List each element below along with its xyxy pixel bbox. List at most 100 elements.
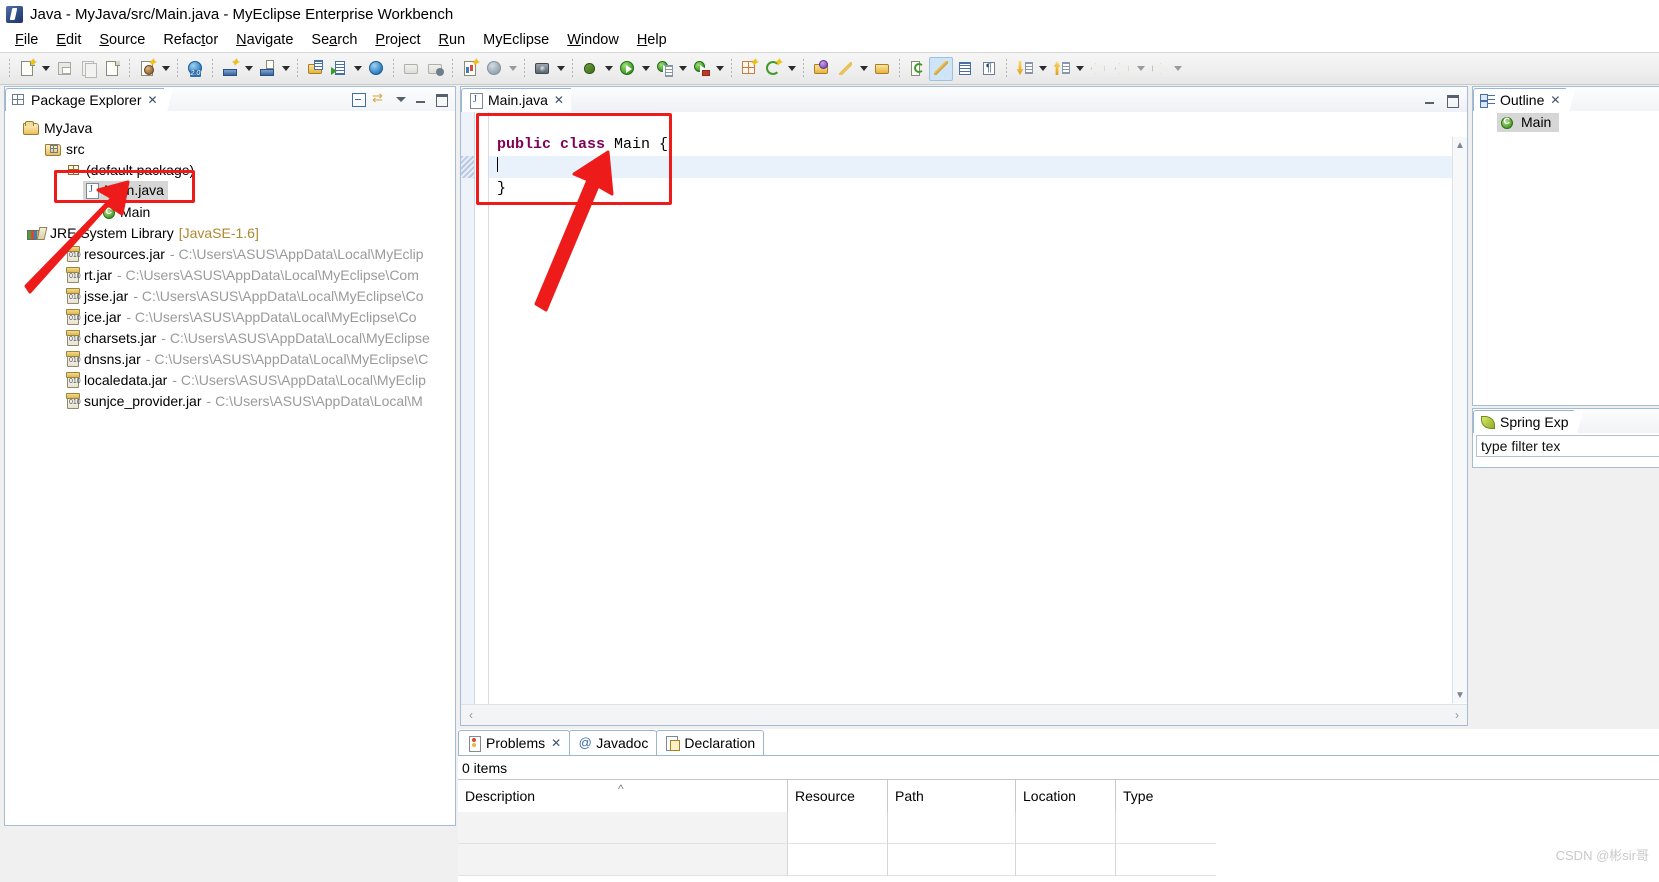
- minimize-icon[interactable]: [414, 92, 428, 106]
- column-header-type[interactable]: Type: [1116, 780, 1216, 812]
- report-new-icon[interactable]: ✦: [458, 57, 482, 81]
- menu-help[interactable]: Help: [628, 30, 676, 50]
- new-java-package-icon[interactable]: ✦: [737, 57, 761, 81]
- toggle-markers-icon[interactable]: [929, 56, 953, 81]
- deploy-new-icon[interactable]: ✦: [218, 57, 242, 81]
- run-icon[interactable]: [615, 57, 639, 81]
- collapse-all-icon[interactable]: [351, 92, 366, 107]
- tree-item-resources-jar[interactable]: 010 resources.jar - C:\Users\ASUS\AppDat…: [5, 243, 455, 264]
- run-dropdown-icon[interactable]: [639, 57, 652, 81]
- new-class-dropdown-icon[interactable]: [785, 57, 798, 81]
- last-edit-location-icon[interactable]: [1086, 57, 1110, 81]
- tree-item-myjava[interactable]: MyJava: [5, 117, 455, 138]
- spring-filter-input[interactable]: type filter tex: [1476, 435, 1659, 457]
- editor-marker-bar[interactable]: [461, 112, 475, 725]
- tab-javadoc[interactable]: @ Javadoc: [569, 730, 658, 755]
- new-myeclipse-dropdown-icon[interactable]: [159, 57, 172, 81]
- tree-item-main-java[interactable]: Main.java: [5, 180, 455, 201]
- new-class-icon[interactable]: ✦: [761, 57, 785, 81]
- web-report-dropdown-icon[interactable]: [506, 57, 519, 81]
- debug-icon[interactable]: [578, 57, 602, 81]
- menu-navigate[interactable]: Navigate: [227, 30, 302, 50]
- column-header-path[interactable]: Path: [888, 780, 1016, 812]
- server-config-icon[interactable]: [303, 57, 327, 81]
- minimize-icon[interactable]: [1423, 93, 1437, 107]
- edit-icon[interactable]: [833, 57, 857, 81]
- close-icon[interactable]: ✕: [551, 736, 561, 750]
- tree-item-rt-jar[interactable]: 010 rt.jar - C:\Users\ASUS\AppData\Local…: [5, 264, 455, 285]
- web-20-icon[interactable]: 2.0: [183, 57, 207, 81]
- menu-file[interactable]: File: [6, 30, 47, 50]
- tab-declaration[interactable]: Declaration: [656, 730, 765, 755]
- save-icon[interactable]: [52, 57, 76, 81]
- editor-vertical-scrollbar[interactable]: ▲ ▼: [1452, 137, 1467, 703]
- tree-item-dnsns-jar[interactable]: 010 dnsns.jar - C:\Users\ASUS\AppData\Lo…: [5, 348, 455, 369]
- forward-dropdown-icon[interactable]: [1171, 57, 1184, 81]
- scroll-up-icon[interactable]: ▲: [1453, 137, 1467, 153]
- save-all-icon[interactable]: [76, 57, 100, 81]
- editor-horizontal-scrollbar[interactable]: ‹ ›: [461, 704, 1467, 725]
- next-annotation-icon[interactable]: [1012, 57, 1036, 81]
- scroll-right-icon[interactable]: ›: [1447, 708, 1467, 722]
- tree-item-default-package[interactable]: (default package): [5, 159, 455, 180]
- menu-search[interactable]: Search: [302, 30, 366, 50]
- toggle-block-selection-icon[interactable]: [953, 57, 977, 81]
- tree-item-src[interactable]: src: [5, 138, 455, 159]
- edit-dropdown-icon[interactable]: [857, 57, 870, 81]
- menu-myeclipse[interactable]: MyEclipse: [474, 30, 558, 50]
- show-whitespace-icon[interactable]: ¶: [977, 57, 1001, 81]
- run-external-tools-icon[interactable]: [652, 57, 676, 81]
- menu-source[interactable]: Source: [90, 30, 154, 50]
- open-resource-icon[interactable]: [870, 57, 894, 81]
- tab-package-explorer[interactable]: Package Explorer ✕: [5, 87, 177, 113]
- run-server-icon[interactable]: [689, 57, 713, 81]
- screenshot-icon[interactable]: [530, 57, 554, 81]
- menu-run[interactable]: Run: [430, 30, 475, 50]
- run-external-tools-dropdown-icon[interactable]: [676, 57, 689, 81]
- tab-spring-explorer[interactable]: Spring Exp: [1473, 409, 1589, 435]
- column-header-description[interactable]: Description ^: [458, 780, 788, 812]
- back-icon[interactable]: [1110, 57, 1134, 81]
- new-wizard-icon[interactable]: ✦: [15, 57, 39, 81]
- maximize-icon[interactable]: [434, 92, 448, 107]
- tab-main-java[interactable]: Main.java ✕: [461, 87, 571, 112]
- back-dropdown-icon[interactable]: [1134, 57, 1147, 81]
- menu-project[interactable]: Project: [366, 30, 429, 50]
- deploy-dropdown-icon[interactable]: [279, 57, 292, 81]
- tree-item-jre-system-library[interactable]: JRE System Library [JavaSE-1.6]: [5, 222, 455, 243]
- scroll-left-icon[interactable]: ‹: [461, 708, 481, 722]
- server-run-icon[interactable]: [327, 57, 351, 81]
- close-icon[interactable]: ✕: [1550, 93, 1560, 107]
- open-browser-icon[interactable]: [364, 57, 388, 81]
- new-myeclipse-project-icon[interactable]: ✦: [135, 57, 159, 81]
- menu-window[interactable]: Window: [558, 30, 628, 50]
- deploy-icon[interactable]: [255, 57, 279, 81]
- tree-item-charsets-jar[interactable]: 010 charsets.jar - C:\Users\ASUS\AppData…: [5, 327, 455, 348]
- database-connect-icon[interactable]: [399, 57, 423, 81]
- open-type-icon[interactable]: [809, 57, 833, 81]
- menu-edit[interactable]: Edit: [47, 30, 90, 50]
- deploy-new-dropdown-icon[interactable]: [242, 57, 255, 81]
- new-wizard-dropdown-icon[interactable]: [39, 57, 52, 81]
- column-header-location[interactable]: Location: [1016, 780, 1116, 812]
- next-annotation-dropdown-icon[interactable]: [1036, 57, 1049, 81]
- editor-folding-bar[interactable]: [475, 112, 489, 725]
- forward-icon[interactable]: [1147, 57, 1171, 81]
- tree-item-jce-jar[interactable]: 010 jce.jar - C:\Users\ASUS\AppData\Loca…: [5, 306, 455, 327]
- search-type-icon[interactable]: [905, 57, 929, 81]
- scroll-down-icon[interactable]: ▼: [1453, 687, 1467, 703]
- tree-item-localedata-jar[interactable]: 010 localedata.jar - C:\Users\ASUS\AppDa…: [5, 369, 455, 390]
- run-server-dropdown-icon[interactable]: [713, 57, 726, 81]
- editor-code-area[interactable]: public class Main { }: [489, 112, 1467, 725]
- tab-outline[interactable]: Outline ✕: [1473, 87, 1580, 113]
- maximize-icon[interactable]: [1445, 93, 1459, 108]
- view-menu-icon[interactable]: [394, 92, 408, 106]
- link-with-editor-icon[interactable]: [372, 90, 388, 106]
- web-report-icon[interactable]: [482, 57, 506, 81]
- database-open-icon[interactable]: [423, 57, 447, 81]
- screenshot-dropdown-icon[interactable]: [554, 57, 567, 81]
- tree-item-jsse-jar[interactable]: 010 jsse.jar - C:\Users\ASUS\AppData\Loc…: [5, 285, 455, 306]
- previous-annotation-icon[interactable]: [1049, 57, 1073, 81]
- column-header-resource[interactable]: Resource: [788, 780, 888, 812]
- menu-refactor[interactable]: Refactor: [154, 30, 227, 50]
